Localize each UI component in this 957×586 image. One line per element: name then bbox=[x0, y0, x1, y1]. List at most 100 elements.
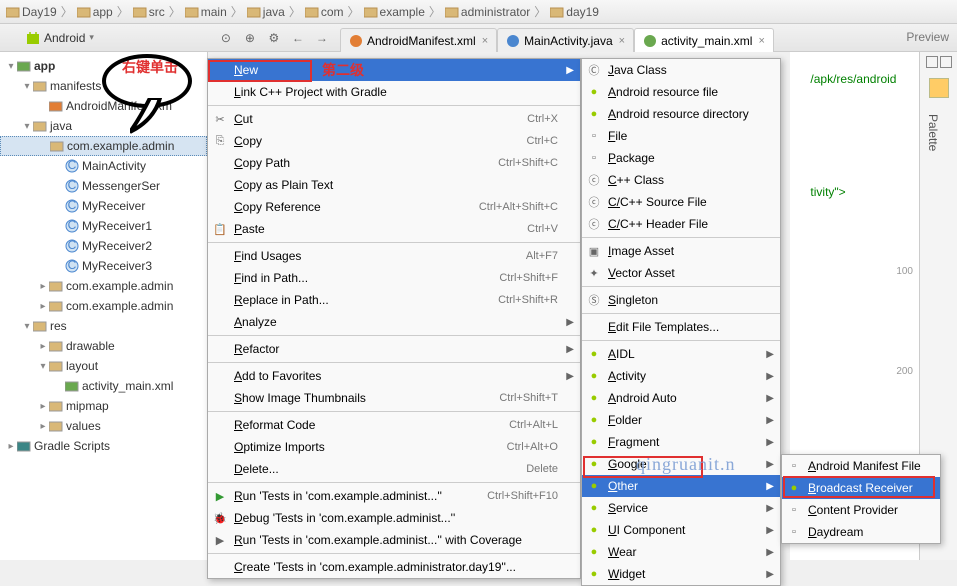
collapse-icon[interactable]: ⊙ bbox=[214, 27, 238, 49]
menu-item[interactable]: ●Service▶ bbox=[582, 497, 780, 519]
tree-twisty[interactable]: ▾ bbox=[22, 321, 32, 332]
breadcrumb-item[interactable]: main bbox=[185, 5, 227, 19]
menu-item[interactable]: ⓒC/C++ Source File bbox=[582, 191, 780, 213]
palette-icon[interactable] bbox=[926, 56, 938, 68]
menu-item[interactable]: Find in Path...Ctrl+Shift+F bbox=[208, 267, 580, 289]
module-combo[interactable]: Android ▾ bbox=[26, 31, 94, 45]
menu-item[interactable]: Analyze▶ bbox=[208, 311, 580, 333]
palette-icon2[interactable] bbox=[940, 56, 952, 68]
tree-twisty[interactable]: ▸ bbox=[38, 341, 48, 352]
menu-item[interactable]: Create 'Tests in 'com.example.administra… bbox=[208, 556, 580, 578]
menu-item[interactable]: Reformat CodeCtrl+Alt+L bbox=[208, 414, 580, 436]
menu-item[interactable]: ✂CutCtrl+X bbox=[208, 108, 580, 130]
menu-item[interactable]: ✦Vector Asset bbox=[582, 262, 780, 284]
menu-item[interactable]: ⓒC++ Class bbox=[582, 169, 780, 191]
breadcrumb-item[interactable]: src bbox=[133, 5, 165, 19]
tree-row[interactable]: CMyReceiver3 bbox=[0, 256, 207, 276]
menu-item[interactable]: ▫Package bbox=[582, 147, 780, 169]
menu-item[interactable]: ●Android resource file bbox=[582, 81, 780, 103]
tree-row[interactable]: CMyReceiver2 bbox=[0, 236, 207, 256]
tree-row[interactable]: ▾res bbox=[0, 316, 207, 336]
menu-item[interactable]: Edit File Templates... bbox=[582, 316, 780, 338]
menu-item[interactable]: ⎘CopyCtrl+C bbox=[208, 130, 580, 152]
tree-row[interactable]: CMyReceiver1 bbox=[0, 216, 207, 236]
tree-row[interactable]: AndroidManifest.xm bbox=[0, 96, 207, 116]
menu-item[interactable]: Copy PathCtrl+Shift+C bbox=[208, 152, 580, 174]
breadcrumb-item[interactable]: day19 bbox=[550, 5, 599, 19]
menu-item[interactable]: ●Widget▶ bbox=[582, 563, 780, 585]
breadcrumb-item[interactable]: com bbox=[305, 5, 344, 19]
menu-item[interactable]: Refactor▶ bbox=[208, 338, 580, 360]
tree-row[interactable]: ▾manifests bbox=[0, 76, 207, 96]
breadcrumb-item[interactable]: administrator bbox=[445, 5, 530, 19]
tree-row[interactable]: ▸values bbox=[0, 416, 207, 436]
tree-twisty[interactable]: ▾ bbox=[22, 81, 32, 92]
close-icon[interactable]: × bbox=[482, 35, 488, 47]
tree-row[interactable]: CMessengerSer bbox=[0, 176, 207, 196]
menu-item[interactable]: Copy ReferenceCtrl+Alt+Shift+C bbox=[208, 196, 580, 218]
tree-twisty[interactable]: ▸ bbox=[6, 441, 16, 452]
breadcrumb-item[interactable]: example bbox=[364, 5, 425, 19]
menu-item[interactable]: Copy as Plain Text bbox=[208, 174, 580, 196]
editor-tab[interactable]: MainActivity.java× bbox=[497, 28, 634, 52]
tree-row[interactable]: ▾layout bbox=[0, 356, 207, 376]
menu-item[interactable]: ●UI Component▶ bbox=[582, 519, 780, 541]
tree-twisty[interactable]: ▸ bbox=[38, 401, 48, 412]
menu-item[interactable]: ▫File bbox=[582, 125, 780, 147]
tree-row[interactable]: ▸drawable bbox=[0, 336, 207, 356]
menu-item[interactable]: ●Folder▶ bbox=[582, 409, 780, 431]
preview-tab[interactable]: Preview bbox=[906, 30, 949, 44]
menu-item[interactable]: ⓒC/C++ Header File bbox=[582, 213, 780, 235]
menu-item[interactable]: ▶Run 'Tests in 'com.example.administ...'… bbox=[208, 529, 580, 551]
editor-tab[interactable]: AndroidManifest.xml× bbox=[340, 28, 497, 52]
tree-row[interactable]: ▸Gradle Scripts bbox=[0, 436, 207, 456]
menu-item[interactable]: ●Other▶ bbox=[582, 475, 780, 497]
menu-item[interactable]: ▶Run 'Tests in 'com.example.administ...'… bbox=[208, 485, 580, 507]
menu-item[interactable]: Delete...Delete bbox=[208, 458, 580, 480]
menu-item[interactable]: ●Fragment▶ bbox=[582, 431, 780, 453]
breadcrumb-item[interactable]: Day19 bbox=[6, 5, 57, 19]
menu-item[interactable]: 🐞Debug 'Tests in 'com.example.administ..… bbox=[208, 507, 580, 529]
menu-item[interactable]: ▫Daydream bbox=[782, 521, 940, 543]
tree-twisty[interactable]: ▸ bbox=[38, 281, 48, 292]
menu-item[interactable]: ●Android Auto▶ bbox=[582, 387, 780, 409]
menu-item[interactable]: ▫Content Provider bbox=[782, 499, 940, 521]
tree-row[interactable]: ▾java bbox=[0, 116, 207, 136]
tree-row[interactable]: ▸com.example.admin bbox=[0, 276, 207, 296]
menu-item[interactable]: Show Image ThumbnailsCtrl+Shift+T bbox=[208, 387, 580, 409]
tree-twisty[interactable]: ▸ bbox=[38, 301, 48, 312]
close-icon[interactable]: × bbox=[758, 35, 764, 47]
menu-item[interactable]: ▣Image Asset bbox=[582, 240, 780, 262]
menu-item[interactable]: Optimize ImportsCtrl+Alt+O bbox=[208, 436, 580, 458]
tree-row[interactable]: ▾app bbox=[0, 56, 207, 76]
tree-row[interactable]: CMyReceiver bbox=[0, 196, 207, 216]
breadcrumb-item[interactable]: app bbox=[77, 5, 113, 19]
tree-row[interactable]: activity_main.xml bbox=[0, 376, 207, 396]
menu-item[interactable]: ●AIDL▶ bbox=[582, 343, 780, 365]
tree-twisty[interactable]: ▾ bbox=[22, 121, 32, 132]
menu-item[interactable]: Find UsagesAlt+F7 bbox=[208, 245, 580, 267]
tree-twisty[interactable]: ▾ bbox=[38, 361, 48, 372]
menu-item[interactable]: ⓈSingleton bbox=[582, 289, 780, 311]
menu-item[interactable]: ●Activity▶ bbox=[582, 365, 780, 387]
menu-item[interactable]: 📋PasteCtrl+V bbox=[208, 218, 580, 240]
tree-row[interactable]: ▸mipmap bbox=[0, 396, 207, 416]
settings-icon[interactable]: ⚙ bbox=[262, 27, 286, 49]
menu-item[interactable]: ⒸJava Class bbox=[582, 59, 780, 81]
editor-tab[interactable]: activity_main.xml× bbox=[634, 28, 774, 52]
tree-row[interactable]: CMainActivity bbox=[0, 156, 207, 176]
menu-item[interactable]: ▫Android Manifest File bbox=[782, 455, 940, 477]
breadcrumb-item[interactable]: java bbox=[247, 5, 285, 19]
tree-row[interactable]: com.example.admin bbox=[0, 136, 207, 156]
menu-item[interactable]: Replace in Path...Ctrl+Shift+R bbox=[208, 289, 580, 311]
palette-swatch[interactable] bbox=[929, 78, 949, 98]
nav-left-icon[interactable]: ← bbox=[286, 27, 310, 49]
tree-row[interactable]: ▸com.example.admin bbox=[0, 296, 207, 316]
menu-item[interactable]: Link C++ Project with Gradle bbox=[208, 81, 580, 103]
menu-item[interactable]: Add to Favorites▶ bbox=[208, 365, 580, 387]
expand-icon[interactable]: ⊕ bbox=[238, 27, 262, 49]
tree-twisty[interactable]: ▸ bbox=[38, 421, 48, 432]
tree-twisty[interactable]: ▾ bbox=[6, 61, 16, 72]
menu-item[interactable]: New▶ bbox=[208, 59, 580, 81]
menu-item[interactable]: ●Android resource directory bbox=[582, 103, 780, 125]
